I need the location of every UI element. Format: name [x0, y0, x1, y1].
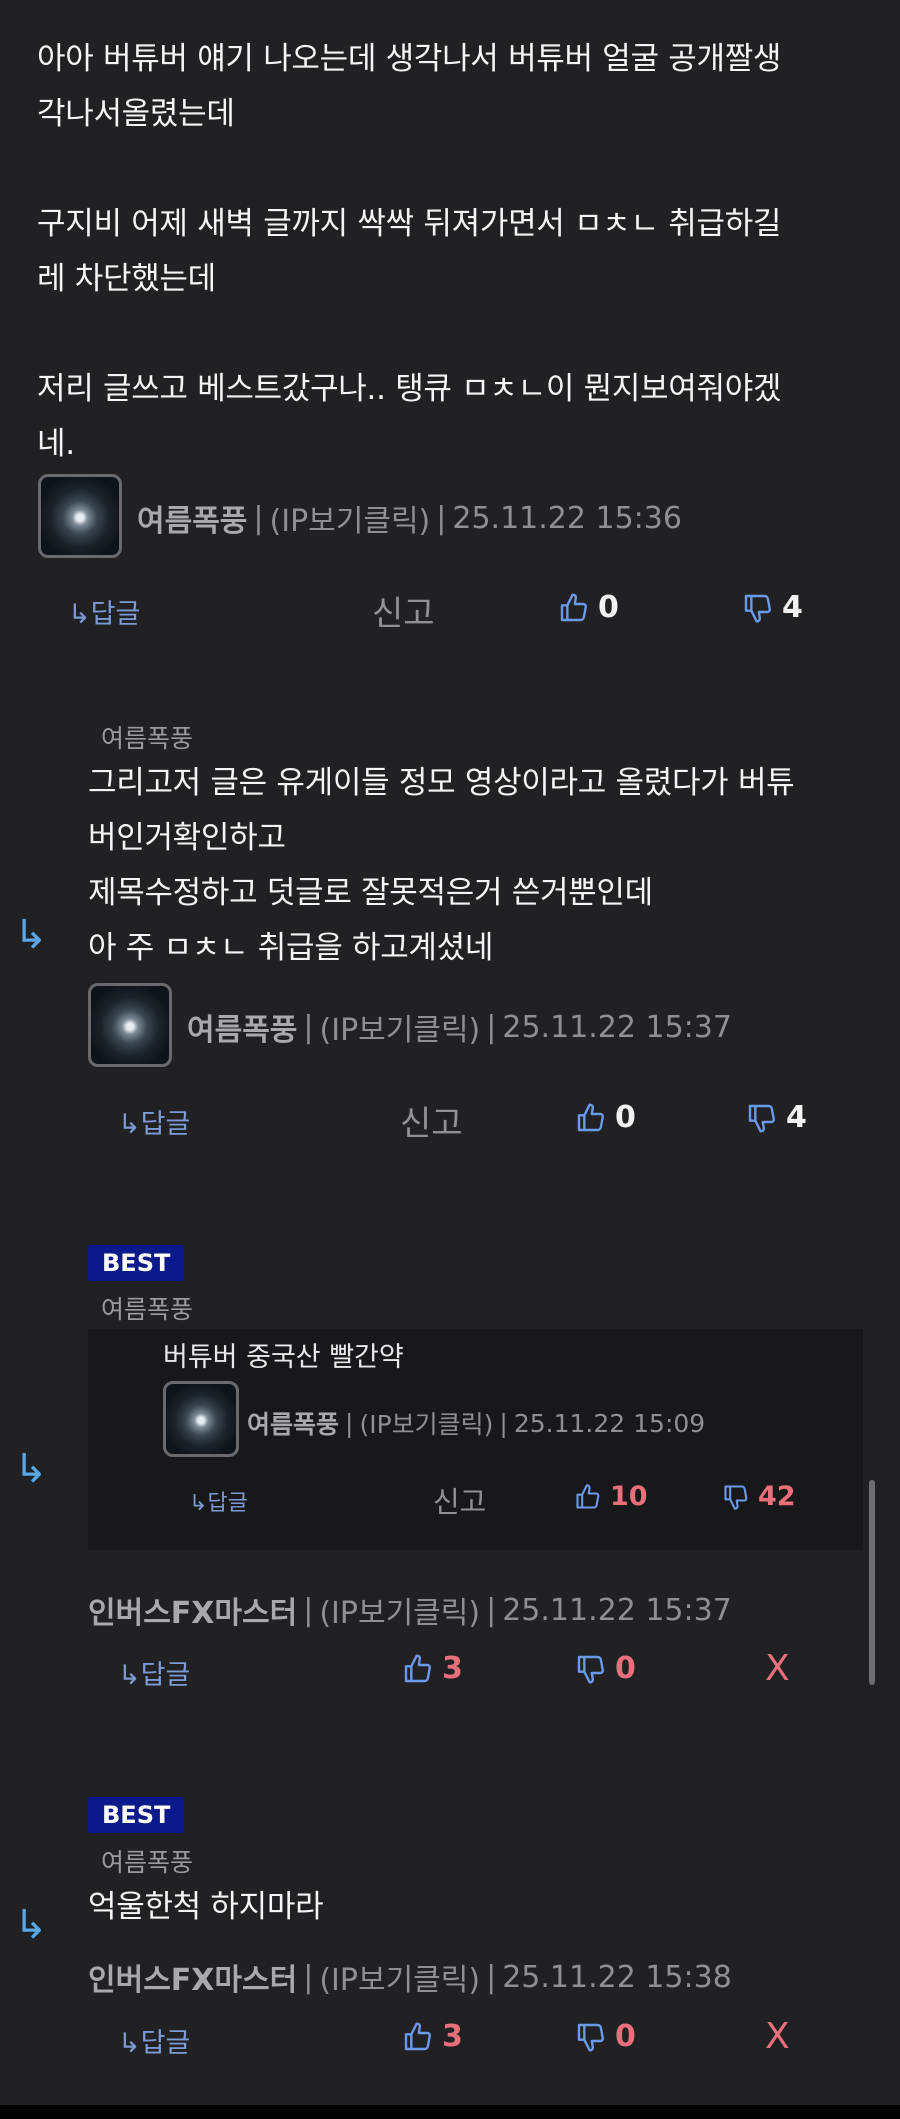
- comment-3-meta: 인버스FX마스터 | (IP보기클릭) | 25.11.22 15:37: [88, 1588, 732, 1632]
- avatar[interactable]: [38, 474, 122, 558]
- downvote-button[interactable]: 42: [722, 1481, 796, 1512]
- comment-2-body: 그리고저 글은 유게이들 정모 영상이라고 올렸다가 버튜 버인거확인하고 제목…: [88, 756, 795, 976]
- reply-button[interactable]: ↳답글: [189, 1485, 248, 1517]
- downvote-count: 4: [786, 1100, 807, 1135]
- reply-arrow-icon: ↳: [14, 1446, 48, 1492]
- timestamp: 25.11.22 15:37: [502, 1592, 732, 1628]
- comment-1-meta: 여름폭풍 | (IP보기클릭) | 25.11.22 15:36: [137, 496, 682, 540]
- timestamp: 25.11.22 15:09: [513, 1408, 706, 1438]
- comment-line: 아아 버튜버 얘기 나오는데 생각나서 버튜버 얼굴 공개짤생: [37, 41, 782, 77]
- comment-line: 저리 글쓰고 베스트갔구나.. 탱큐 ㅁㅊㄴ이 뭔지보여줘야겠: [37, 371, 782, 407]
- reply-arrow-icon: ↳: [14, 912, 48, 958]
- upvote-count: 3: [442, 1651, 463, 1686]
- best-badge: BEST: [88, 1245, 185, 1281]
- reply-button[interactable]: ↳답글: [68, 592, 140, 631]
- upvote-count: 0: [598, 590, 619, 625]
- timestamp: 25.11.22 15:36: [452, 500, 682, 536]
- avatar[interactable]: [163, 1381, 239, 1457]
- thumb-down-icon: [577, 1655, 604, 1684]
- comment-line: 네.: [37, 426, 75, 462]
- downvote-count: 0: [615, 1651, 636, 1686]
- downvote-count: 0: [615, 2019, 636, 2054]
- replying-to-author: 여름폭풍: [101, 1848, 194, 1877]
- downvote-count: 4: [782, 590, 803, 625]
- thumb-down-icon: [744, 594, 771, 623]
- reply-arrow-icon: ↳: [14, 1902, 48, 1948]
- timestamp: 25.11.22 15:37: [502, 1009, 732, 1045]
- thumb-up-icon: [560, 592, 587, 621]
- upvote-button[interactable]: 3: [402, 2019, 463, 2054]
- thumb-up-icon: [404, 2021, 431, 2050]
- downvote-count: 42: [758, 1481, 796, 1512]
- thumb-up-icon: [577, 1102, 604, 1131]
- report-button[interactable]: 신고: [372, 586, 435, 635]
- quoted-comment-text: 버튜버 중국산 빨간약: [163, 1342, 404, 1373]
- upvote-count: 0: [615, 1100, 636, 1135]
- timestamp: 25.11.22 15:38: [502, 1959, 732, 1995]
- reply-button[interactable]: ↳답글: [118, 1102, 190, 1141]
- author-name[interactable]: 여름폭풍: [187, 1005, 297, 1049]
- quoted-comment: 버튜버 중국산 빨간약 여름폭풍 | (IP보기클릭) | 25.11.22 1…: [88, 1329, 863, 1550]
- ip-link[interactable]: (IP보기클릭): [320, 1005, 481, 1049]
- upvote-button[interactable]: 0: [558, 590, 619, 625]
- thumb-up-icon: [404, 1653, 431, 1682]
- upvote-count: 10: [610, 1481, 648, 1512]
- replying-to-author: 여름폭풍: [101, 724, 194, 753]
- best-badge: BEST: [88, 1797, 185, 1833]
- upvote-button[interactable]: 3: [402, 1651, 463, 1686]
- quoted-comment-meta: 여름폭풍 | (IP보기클릭) | 25.11.22 15:09: [247, 1405, 705, 1441]
- comment-4-body: 억울한척 하지마라: [88, 1889, 324, 1925]
- ip-link[interactable]: (IP보기클릭): [319, 1955, 480, 1999]
- downvote-button[interactable]: 4: [746, 1100, 807, 1135]
- delete-button[interactable]: X: [765, 2016, 790, 2057]
- ip-link[interactable]: (IP보기클릭): [359, 1405, 493, 1441]
- upvote-count: 3: [442, 2019, 463, 2054]
- reply-button[interactable]: ↳답글: [118, 2021, 190, 2060]
- scrollbar-thumb[interactable]: [869, 1480, 875, 1685]
- comment-line: [37, 307, 781, 362]
- comment-line: 그리고저 글은 유게이들 정모 영상이라고 올렸다가 버튜: [88, 765, 795, 801]
- comment-line: 아 주 ㅁㅊㄴ 취급을 하고계셨네: [88, 930, 494, 966]
- upvote-button[interactable]: 10: [574, 1481, 648, 1512]
- bottom-edge: [0, 2105, 900, 2119]
- report-button[interactable]: 신고: [433, 1479, 486, 1521]
- comment-line: 버인거확인하고: [88, 820, 286, 856]
- replying-to-author: 여름폭풍: [101, 1295, 194, 1324]
- ip-link[interactable]: (IP보기클릭): [319, 1588, 480, 1632]
- comment-line: 제목수정하고 덧글로 잘못적은거 쓴거뿐인데: [88, 875, 653, 911]
- author-name[interactable]: 여름폭풍: [247, 1405, 339, 1441]
- author-name[interactable]: 인버스FX마스터: [88, 1955, 297, 1999]
- avatar[interactable]: [88, 983, 172, 1067]
- delete-button[interactable]: X: [765, 1648, 790, 1689]
- upvote-button[interactable]: 0: [575, 1100, 636, 1135]
- thumb-down-icon: [724, 1484, 748, 1510]
- downvote-button[interactable]: 4: [742, 590, 803, 625]
- comment-2-meta: 여름폭풍 | (IP보기클릭) | 25.11.22 15:37: [187, 1005, 732, 1049]
- author-name[interactable]: 여름폭풍: [137, 496, 247, 540]
- downvote-button[interactable]: 0: [575, 2019, 636, 2054]
- reply-button[interactable]: ↳답글: [118, 1653, 190, 1692]
- comment-line: [37, 142, 781, 197]
- comment-4-meta: 인버스FX마스터 | (IP보기클릭) | 25.11.22 15:38: [88, 1955, 732, 1999]
- thumb-down-icon: [577, 2023, 604, 2052]
- downvote-button[interactable]: 0: [575, 1651, 636, 1686]
- report-button[interactable]: 신고: [400, 1096, 463, 1145]
- comment-line: 각나서올렸는데: [37, 96, 235, 132]
- thumb-down-icon: [748, 1104, 775, 1133]
- thumb-up-icon: [576, 1483, 600, 1509]
- comment-1-body: 아아 버튜버 얘기 나오는데 생각나서 버튜버 얼굴 공개짤생 각나서올렸는데 …: [37, 32, 781, 472]
- comment-line: 레 차단했는데: [37, 261, 216, 297]
- author-name[interactable]: 인버스FX마스터: [88, 1588, 297, 1632]
- comment-line: 구지비 어제 새벽 글까지 싹싹 뒤져가면서 ㅁㅊㄴ 취급하길: [37, 206, 782, 242]
- ip-link[interactable]: (IP보기클릭): [270, 496, 431, 540]
